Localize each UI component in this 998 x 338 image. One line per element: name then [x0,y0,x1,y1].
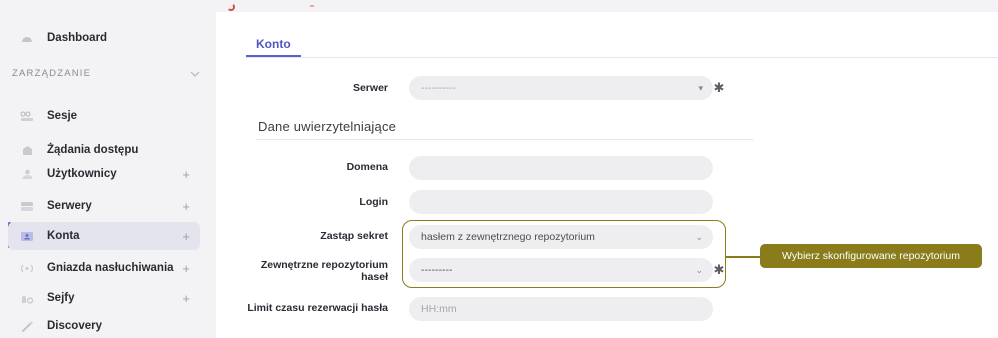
sidebar-item-label: Konta [47,230,80,242]
sessions-icon [20,110,34,122]
credentials-section-title: Dane uwierzytelniające [258,119,397,134]
sidebar-item-discovery[interactable]: Discovery [8,312,200,338]
login-label: Login [359,196,388,208]
status-tick [310,5,314,7]
chevron-down-icon[interactable] [190,69,200,80]
required-star-icon: ✱ [713,80,725,95]
servers-icon [20,200,34,212]
dashboard-icon [20,32,34,44]
callout-connector [726,256,760,258]
server-select[interactable]: ---------- ▾ [409,76,713,100]
replace-secret-label: Zastąp sekret [320,230,388,242]
main-panel: Konto Serwer ---------- ▾ ✱ Dane uwierzy… [216,0,998,338]
callout-highlight-frame [402,220,726,288]
sidebar-item-gniazda-nasluchiwania[interactable]: Gniazda nasłuchiwania + [8,254,200,282]
expand-plus-icon[interactable]: + [182,291,190,306]
safes-icon [20,292,34,304]
sidebar-item-sejfy[interactable]: Sejfy + [8,284,200,312]
sidebar-item-label: Discovery [47,320,102,332]
domain-label: Domena [346,161,388,173]
expand-plus-icon[interactable]: + [182,167,190,182]
sidebar-item-konta[interactable]: Konta + [8,222,200,250]
external-repo-label-line1: Zewnętrzne repozytorium [260,259,388,271]
expand-plus-icon[interactable]: + [182,261,190,276]
sidebar-item-dashboard[interactable]: Dashboard [8,24,200,52]
external-repo-label-line2: haseł [361,271,388,283]
expand-plus-icon[interactable]: + [182,199,190,214]
server-select-value: ---------- [421,82,456,94]
sidebar-item-uzytkownicy[interactable]: Użytkownicy + [8,160,200,188]
login-input[interactable] [409,190,713,214]
sidebar-item-label: Sejfy [47,292,75,304]
reservation-limit-label: Limit czasu rezerwacji hasła [247,302,388,314]
callout-tooltip: Wybierz skonfigurowane repozytorium [760,244,982,268]
top-strip [216,0,998,12]
server-label: Serwer [352,82,388,94]
sidebar-item-label: Gniazda nasłuchiwania [47,262,174,274]
sidebar-item-label: Sesje [47,110,78,122]
users-icon [20,168,34,180]
access-requests-icon [20,144,34,156]
sidebar-item-label: Serwery [47,200,92,212]
sidebar: Dashboard ZARZĄDZANIE Sesje Żądania dost… [0,0,214,338]
callout-text: Wybierz skonfigurowane repozytorium [782,250,960,262]
expand-plus-icon[interactable]: + [182,229,190,244]
select-caret-icon: ▾ [698,82,703,93]
tab-divider [246,57,998,58]
section-divider [256,139,753,140]
domain-input[interactable] [409,156,713,180]
sidebar-item-label: Użytkownicy [47,168,117,180]
listeners-icon [20,262,34,274]
reservation-limit-input[interactable]: HH:mm [409,297,713,321]
sidebar-item-label: Dashboard [47,32,108,44]
status-arc-icon [227,3,235,11]
tab-konto[interactable]: Konto [256,37,291,51]
section-header-zarzadzanie: ZARZĄDZANIE [12,68,92,79]
accounts-icon [20,230,34,242]
discovery-icon [20,320,34,332]
sidebar-item-label: Żądania dostępu [47,144,139,156]
sidebar-item-serwery[interactable]: Serwery + [8,192,200,220]
sidebar-item-sesje[interactable]: Sesje [8,102,200,130]
external-repo-label: Zewnętrzne repozytorium haseł [216,259,388,283]
